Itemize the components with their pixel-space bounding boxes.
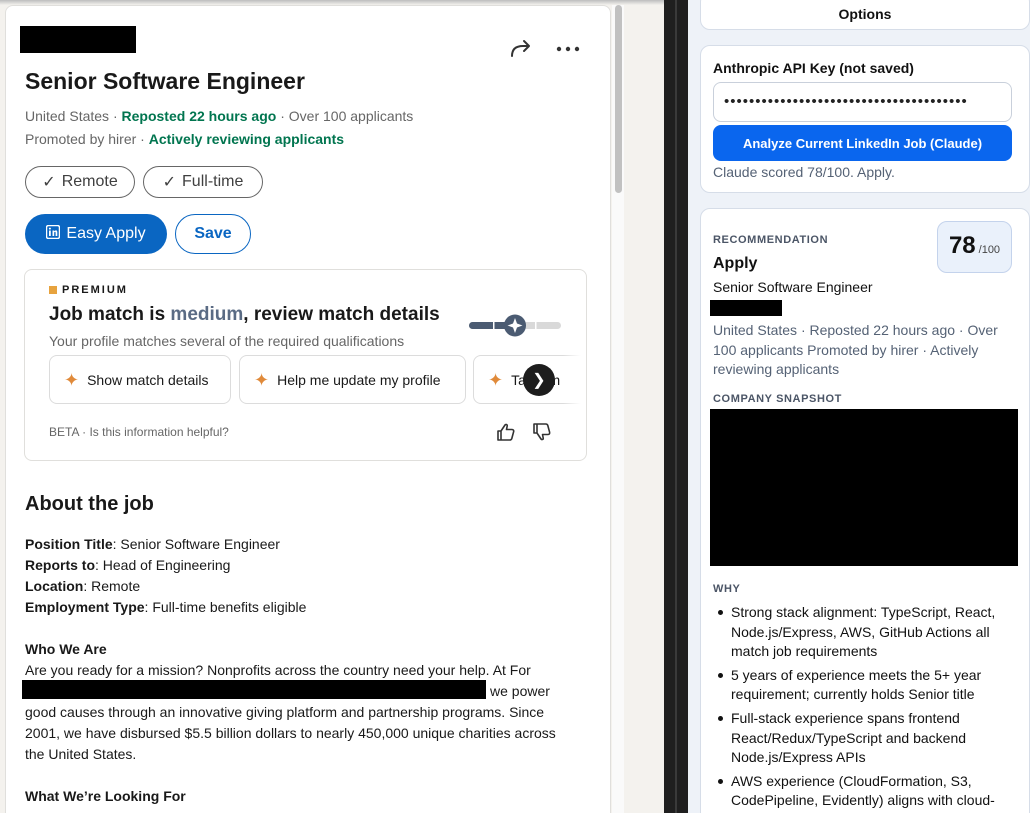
- description-line: 2001, we have disbursed $5.5 billion dol…: [25, 725, 556, 741]
- analysis-result-card: RECOMMENDATION Apply 78 /100 Senior Soft…: [700, 208, 1030, 813]
- employment-type-value: : Full-time benefits eligible: [144, 599, 307, 615]
- match-level: medium: [170, 304, 244, 325]
- thumbs-up-icon[interactable]: [495, 421, 517, 443]
- redacted-company-name: [22, 680, 486, 699]
- applicant-count: · Over 100 applicants: [276, 108, 414, 124]
- api-key-label: Anthropic API Key (not saved): [713, 60, 914, 76]
- position-title-value: : Senior Software Engineer: [112, 536, 280, 552]
- meta-separator: ·: [109, 108, 122, 124]
- job-meta-line-1: United States · Repost­ed 22 hours ago ·…: [25, 108, 413, 124]
- easy-apply-label: Easy Apply: [66, 225, 146, 242]
- analyze-job-button[interactable]: Analyze Current LinkedIn Job (Claude): [713, 125, 1012, 161]
- list-item: Full-stack experience spans frontend Rea…: [713, 709, 1025, 768]
- api-key-card: Anthropic API Key (not saved) ••••••••••…: [700, 45, 1030, 193]
- list-item: Strong stack alignment: TypeScript, Reac…: [713, 603, 1025, 662]
- description-line: we power: [490, 683, 550, 699]
- score-value: 78: [948, 232, 976, 259]
- full-time-pill[interactable]: ✓ Full-time: [143, 166, 263, 198]
- show-match-details-button[interactable]: ✦ Show match details: [49, 355, 231, 404]
- checkmark-icon: ✓: [162, 174, 177, 191]
- company-snapshot-label: COMPANY SNAPSHOT: [713, 393, 842, 405]
- job-match-subtext: Your profile matches several of the requ…: [49, 333, 405, 349]
- checkmark-icon: ✓: [42, 174, 56, 191]
- remote-pill-label: Remote: [61, 173, 118, 190]
- more-options-icon[interactable]: [553, 36, 583, 62]
- remote-pill[interactable]: ✓ Remote: [25, 166, 135, 198]
- thumbs-down-icon[interactable]: [531, 421, 553, 443]
- score-badge: 78 /100: [937, 221, 1012, 273]
- linkedin-job-pane: Senior Software Engineer United States ·…: [0, 0, 664, 813]
- extension-side-panel: Options Anthropic API Key (not saved) ••…: [688, 0, 1030, 813]
- looking-for-label: What We’re Looking For: [25, 788, 186, 804]
- share-icon[interactable]: [507, 36, 535, 62]
- headline-prefix: Job match is: [49, 304, 171, 325]
- list-item: 5 years of experience meets the 5+ year …: [713, 666, 1025, 705]
- position-title-label: Position Title: [25, 536, 113, 552]
- full-time-pill-label: Full-time: [182, 173, 244, 190]
- chip-scroll-fade: [563, 355, 586, 404]
- about-the-job-heading: About the job: [25, 493, 154, 515]
- result-job-meta: United States · Reposted 22 hours ago · …: [713, 322, 998, 378]
- score-denominator: /100: [978, 244, 1001, 256]
- linkedin-logo-icon: [46, 224, 61, 244]
- looking-for-heading: What We’re Looking For: [25, 788, 186, 804]
- beta-feedback-text: BETA · Is this information helpful?: [49, 425, 229, 439]
- redacted-company-logo: [20, 26, 136, 53]
- promoted-by-hirer: Promoted by hirer: [25, 131, 137, 147]
- easy-apply-button[interactable]: Easy Apply: [25, 214, 167, 254]
- position-title-line: Position Title: Senior Software Engineer: [25, 536, 280, 552]
- scrollbar-thumb[interactable]: [615, 5, 622, 193]
- save-job-button[interactable]: Save: [175, 214, 251, 254]
- premium-badge: PREMIUM: [49, 284, 128, 296]
- analysis-status-text: Claude scored 78/100. Apply.: [713, 164, 895, 180]
- why-label: WHY: [713, 583, 741, 595]
- location-label: Location: [25, 578, 84, 594]
- job-location: United States: [25, 108, 110, 124]
- description-line: the United States.: [25, 746, 137, 762]
- reports-to-line: Reports to: Head of Engineering: [25, 557, 230, 573]
- match-meter-icon: [469, 314, 561, 337]
- chevron-right-icon[interactable]: ❯: [523, 364, 555, 396]
- recommendation-value: Apply: [713, 255, 758, 272]
- update-profile-label: Help me update my profile: [277, 371, 441, 388]
- reposted-time: Repost­ed 22 hours ago: [121, 108, 277, 124]
- result-job-title: Senior Software Engineer: [713, 279, 873, 295]
- reports-to-label: Reports to: [25, 557, 95, 573]
- job-title: Senior Software Engineer: [25, 68, 305, 94]
- sparkle-icon: ✦: [64, 369, 80, 390]
- meta-separator: ·: [136, 131, 149, 147]
- actively-reviewing: Actively reviewing applicants: [148, 131, 345, 147]
- sparkle-icon: ✦: [254, 369, 270, 390]
- employment-type-label: Employment Type: [25, 599, 145, 615]
- premium-icon: [49, 286, 57, 294]
- who-we-are-label: Who We Are: [25, 641, 107, 657]
- employment-type-line: Employment Type: Full-time benefits elig…: [25, 599, 306, 615]
- sparkle-icon: ✦: [488, 369, 504, 390]
- job-match-headline: Job match is medium, review match detail…: [49, 304, 440, 326]
- divider-handle: [675, 0, 677, 813]
- who-we-are-heading: Who We Are: [25, 641, 107, 657]
- show-match-details-label: Show match details: [87, 371, 209, 388]
- description-line: good causes through an innovative giving…: [25, 704, 545, 720]
- options-title: Options: [838, 6, 892, 22]
- premium-job-match-card: PREMIUM Job match is medium, review matc…: [24, 269, 587, 461]
- location-line: Location: Remote: [25, 578, 140, 594]
- update-profile-button[interactable]: ✦ Help me update my profile: [239, 355, 466, 404]
- redacted-company-name: [710, 300, 782, 316]
- description-line: Are you ready for a mission? Nonprofits …: [25, 662, 531, 678]
- headline-suffix: , review match details: [243, 304, 440, 325]
- location-value: : Remote: [83, 578, 141, 594]
- list-item: AWS experience (CloudFormation, S3, Code…: [713, 772, 1025, 811]
- api-key-input[interactable]: •••••••••••••••••••••••••••••••••••••••: [713, 82, 1012, 122]
- job-meta-line-2: Promoted by hirer · Actively reviewing a…: [25, 131, 344, 147]
- premium-badge-label: PREMIUM: [62, 284, 128, 296]
- reports-to-value: : Head of Engineering: [95, 557, 231, 573]
- recommendation-label: RECOMMENDATION: [713, 234, 829, 246]
- options-card[interactable]: Options: [700, 0, 1030, 30]
- redacted-company-snapshot: [710, 409, 1018, 566]
- why-reasons-list: Strong stack alignment: TypeScript, Reac…: [713, 603, 1025, 813]
